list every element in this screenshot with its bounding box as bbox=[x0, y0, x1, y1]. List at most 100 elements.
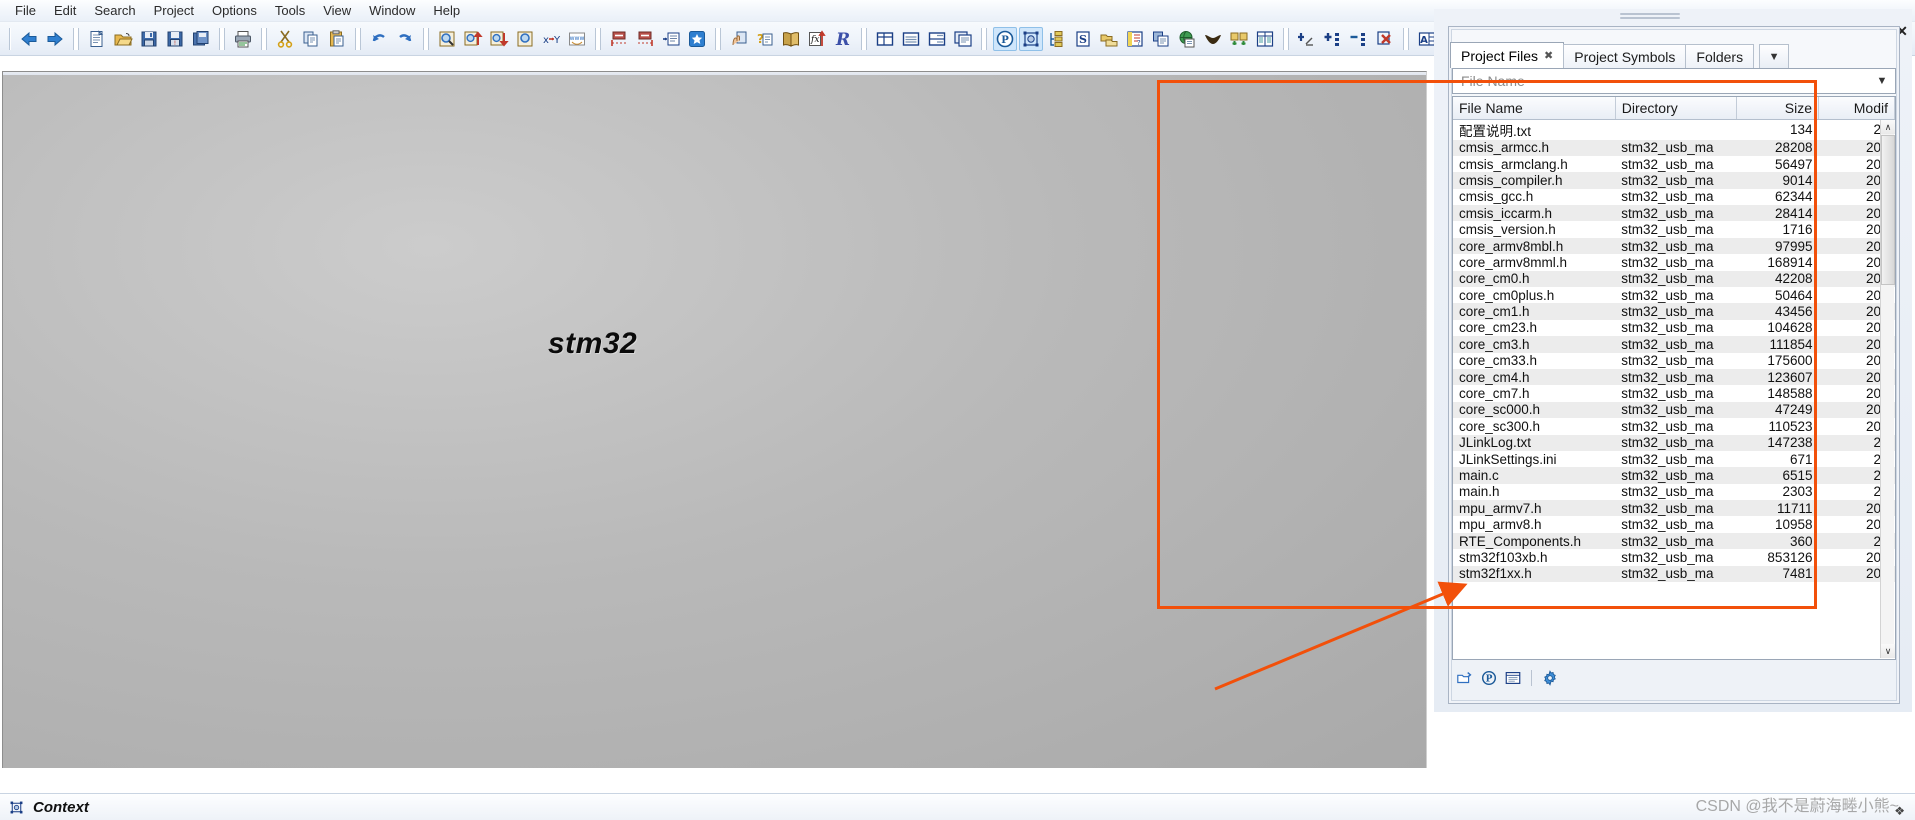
table-row[interactable]: JLinkSettings.inistm32_usb_ma67120 bbox=[1453, 451, 1895, 467]
menu-search[interactable]: Search bbox=[85, 1, 144, 20]
table-row[interactable]: stm32f1xx.h stm32_usb_ma 7481 202 bbox=[1453, 565, 1895, 583]
remove-item-icon[interactable] bbox=[1347, 27, 1371, 51]
menu-project[interactable]: Project bbox=[145, 1, 203, 20]
table-row[interactable]: core_cm4.h stm32_usb_ma 123607 202 bbox=[1453, 368, 1895, 386]
search-input[interactable]: File Name bbox=[1453, 73, 1869, 89]
table-row[interactable]: core_cm1.h stm32_usb_ma 43456 202 bbox=[1453, 303, 1895, 320]
forward-icon[interactable] bbox=[43, 27, 67, 51]
table-row[interactable]: mpu_armv7.h stm32_usb_ma 11711 202 bbox=[1453, 500, 1895, 517]
hand-tool-icon[interactable] bbox=[727, 27, 751, 51]
table-row[interactable]: cmsis_gcc.h stm32_usb_ma 62344 202 bbox=[1453, 189, 1895, 205]
find-icon[interactable] bbox=[435, 27, 459, 51]
chevron-down-icon[interactable]: ▼ bbox=[1759, 44, 1790, 68]
tab-project-files[interactable]: Project Files ✖ bbox=[1450, 42, 1565, 68]
table-row[interactable]: core_cm3.h stm32_usb_ma 111854 202 bbox=[1453, 336, 1895, 353]
table-row[interactable]: core_cm0.h stm32_usb_ma 42208 202 bbox=[1453, 270, 1895, 288]
table-row[interactable]: stm32f103xb.h stm32_usb_ma 853126 202 bbox=[1453, 549, 1895, 565]
menu-view[interactable]: View bbox=[314, 1, 360, 20]
table-row[interactable]: 配置说明.txt13420 bbox=[1453, 119, 1895, 140]
back-icon[interactable] bbox=[17, 27, 41, 51]
delete-all-icon[interactable] bbox=[1373, 27, 1397, 51]
function-list-icon[interactable]: fx bbox=[805, 27, 829, 51]
favorites-icon[interactable] bbox=[685, 27, 709, 51]
dock-drag-handle[interactable] bbox=[1620, 11, 1680, 19]
find-in-files-icon[interactable] bbox=[513, 27, 537, 51]
help-context-icon[interactable]: ? bbox=[753, 27, 777, 51]
window-split-icon[interactable] bbox=[925, 27, 949, 51]
table-row[interactable]: cmsis_armclang.h stm32_usb_ma 56497 202 bbox=[1453, 156, 1895, 172]
table-row[interactable]: core_cm7.h stm32_usb_ma 148588 202 bbox=[1453, 385, 1895, 401]
compare-icon[interactable] bbox=[1227, 27, 1251, 51]
add-item-icon[interactable] bbox=[1321, 27, 1345, 51]
table-row[interactable]: RTE_Components.hstm32_usb_ma36020 bbox=[1453, 532, 1895, 550]
bookmark-next-icon[interactable] bbox=[633, 27, 657, 51]
table-row[interactable]: core_sc300.h stm32_usb_ma 110523 202 bbox=[1453, 418, 1895, 434]
chevron-down-icon[interactable]: ▼ bbox=[1869, 75, 1895, 87]
context-icon[interactable] bbox=[1019, 26, 1043, 51]
table-icon[interactable] bbox=[1253, 27, 1277, 51]
replace-icon[interactable]: xY bbox=[539, 27, 563, 51]
table-row[interactable]: core_armv8mbl.h stm32_usb_ma 97995 202 bbox=[1453, 237, 1895, 255]
project-properties-icon[interactable]: P bbox=[1478, 667, 1500, 689]
table-row[interactable]: JLinkLog.txtstm32_usb_ma14723820 bbox=[1453, 434, 1895, 451]
table-row[interactable]: core_cm23.h stm32_usb_ma 104628 202 bbox=[1453, 320, 1895, 336]
column-header-directory[interactable]: Directory bbox=[1615, 97, 1737, 120]
table-row[interactable]: main.cstm32_usb_ma651520 bbox=[1453, 467, 1895, 484]
tab-folders[interactable]: Folders bbox=[1685, 44, 1755, 68]
scrollbar-thumb[interactable] bbox=[1881, 135, 1895, 285]
add-line-icon[interactable] bbox=[1295, 27, 1319, 51]
window-horizontal-icon[interactable] bbox=[899, 27, 923, 51]
manual-icon[interactable] bbox=[779, 27, 803, 51]
search-web-icon[interactable]: www bbox=[565, 27, 589, 51]
column-header-modified[interactable]: Modif bbox=[1818, 97, 1895, 120]
paste-icon[interactable] bbox=[325, 27, 349, 51]
symbols-icon[interactable]: S bbox=[1071, 27, 1095, 51]
column-header-file-name[interactable]: File Name bbox=[1453, 97, 1616, 120]
menu-edit[interactable]: Edit bbox=[45, 1, 85, 20]
menu-window[interactable]: Window bbox=[360, 1, 424, 20]
bird-icon[interactable] bbox=[1201, 27, 1225, 51]
find-next-icon[interactable] bbox=[487, 27, 511, 51]
table-row[interactable]: core_sc000.h stm32_usb_ma 47249 202 bbox=[1453, 401, 1895, 419]
vertical-scrollbar[interactable]: ∧ ∨ bbox=[1880, 120, 1895, 658]
menu-options[interactable]: Options bbox=[203, 1, 266, 20]
menu-file[interactable]: File bbox=[6, 1, 45, 20]
folders-icon[interactable] bbox=[1097, 27, 1121, 51]
table-row[interactable]: cmsis_armcc.h stm32_usb_ma 28208 202 bbox=[1453, 139, 1895, 156]
editor-pane[interactable]: stm32 bbox=[2, 71, 1427, 768]
find-previous-icon[interactable] bbox=[461, 27, 485, 51]
close-icon[interactable]: ✖ bbox=[1544, 49, 1553, 62]
output-icon[interactable] bbox=[1149, 27, 1173, 51]
copy-icon[interactable] bbox=[299, 27, 323, 51]
table-row[interactable]: main.hstm32_usb_ma230320 bbox=[1453, 484, 1895, 500]
globe-icon[interactable] bbox=[1175, 27, 1199, 51]
file-name-filter[interactable]: File Name ▼ bbox=[1452, 68, 1896, 94]
cut-icon[interactable] bbox=[273, 27, 297, 51]
indent-icon[interactable] bbox=[659, 27, 683, 51]
table-row[interactable]: cmsis_compiler.h stm32_usb_ma 9014 202 bbox=[1453, 172, 1895, 189]
file-list[interactable]: File Name Directory Size Modif 配置说明.txt 1… bbox=[1452, 96, 1896, 660]
outline-icon[interactable] bbox=[1045, 27, 1069, 51]
table-row[interactable]: cmsis_iccarm.h stm32_usb_ma 28414 202 bbox=[1453, 205, 1895, 222]
scroll-up-arrow[interactable]: ∧ bbox=[1881, 120, 1895, 134]
column-header-size[interactable]: Size bbox=[1736, 97, 1819, 120]
table-row[interactable]: core_cm33.h stm32_usb_ma 175600 202 bbox=[1453, 353, 1895, 369]
settings-gear-icon[interactable] bbox=[1539, 667, 1561, 689]
class-browser-icon[interactable]: ? bbox=[1123, 27, 1147, 51]
tab-project-symbols[interactable]: Project Symbols bbox=[1563, 44, 1687, 68]
open-file-icon[interactable] bbox=[111, 27, 135, 51]
undo-icon[interactable] bbox=[367, 27, 391, 51]
redo-icon[interactable] bbox=[393, 27, 417, 51]
save-icon[interactable] bbox=[137, 27, 161, 51]
print-icon[interactable] bbox=[231, 27, 255, 51]
menu-tools[interactable]: Tools bbox=[266, 1, 314, 20]
save-copy-icon[interactable] bbox=[189, 27, 213, 51]
regex-icon[interactable]: R bbox=[831, 27, 855, 51]
project-icon[interactable]: P bbox=[993, 26, 1017, 51]
file-list-icon[interactable] bbox=[1502, 667, 1524, 689]
open-project-icon[interactable] bbox=[1454, 667, 1476, 689]
table-row[interactable]: cmsis_version.h stm32_usb_ma 1716 202 bbox=[1453, 221, 1895, 237]
window-tile-icon[interactable] bbox=[873, 27, 897, 51]
scroll-down-arrow[interactable]: ∨ bbox=[1881, 644, 1895, 658]
menu-help[interactable]: Help bbox=[424, 1, 469, 20]
